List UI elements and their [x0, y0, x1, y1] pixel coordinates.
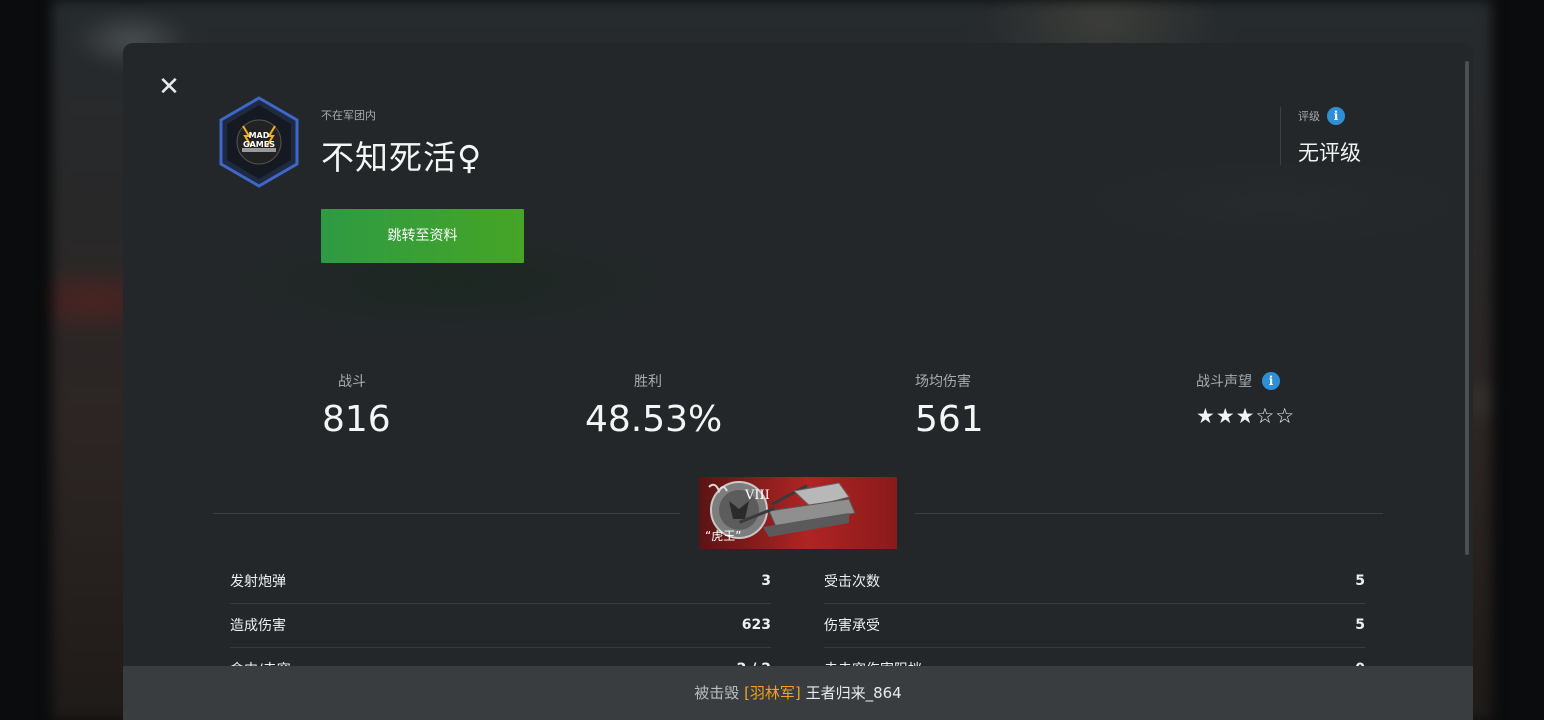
info-icon[interactable]: i — [1262, 372, 1280, 390]
player-name: 不知死活♀ — [321, 138, 483, 177]
row-value: 5 — [1355, 617, 1365, 633]
row-value: 5 — [1355, 573, 1365, 589]
player-emblem: MAD GAMES — [219, 96, 299, 188]
row-label: 受击次数 — [824, 574, 880, 590]
tank-tier: VIII — [744, 488, 770, 503]
stat-value: 816 — [322, 399, 391, 440]
tank-banner: VIII “虎王” — [699, 477, 897, 549]
divider — [915, 513, 1383, 514]
stat-label: 场均伤害 — [915, 374, 971, 390]
row-label: 伤害承受 — [824, 618, 880, 634]
stat-value: 48.53% — [585, 399, 723, 440]
reputation-stars: ★★★☆☆ — [1196, 404, 1296, 428]
row-value: 3 — [761, 573, 771, 589]
killer-clan-tag: [羽林军] — [744, 684, 801, 702]
table-row: 发射炮弹 3 — [230, 559, 771, 604]
stat-avg-damage: 场均伤害 561 — [915, 371, 984, 440]
player-card-panel: ✕ MAD GAMES 不在军团内 不知死活♀ 跳转至资料 评级 i 无评级 战… — [123, 43, 1473, 720]
rating-value: 无评级 — [1298, 141, 1361, 165]
destroyed-by-footer: 被击毁 [羽林军] 王者归来_864 — [123, 666, 1473, 720]
killer-name: 王者归来_864 — [805, 684, 902, 702]
row-label: 发射炮弹 — [230, 574, 286, 590]
destroyed-label: 被击毁 — [694, 684, 740, 702]
svg-text:GAMES: GAMES — [243, 140, 275, 149]
table-row: 受击次数 5 — [824, 559, 1365, 604]
table-row: 伤害承受 5 — [824, 603, 1365, 648]
stat-value: 561 — [915, 399, 984, 440]
stat-reputation: 战斗声望 i ★★★☆☆ — [1196, 371, 1295, 428]
tank-name: “虎王” — [705, 529, 742, 543]
svg-text:MAD: MAD — [249, 131, 270, 140]
stat-label: 战斗 — [338, 374, 366, 390]
row-label: 造成伤害 — [230, 618, 286, 634]
scrollbar[interactable] — [1465, 61, 1469, 555]
stat-victories: 胜利 48.53% — [585, 371, 722, 440]
stat-battles: 战斗 816 — [322, 371, 391, 440]
stat-label: 胜利 — [634, 374, 662, 390]
stat-label: 战斗声望 — [1196, 374, 1252, 390]
rating-label: 评级 i — [1298, 107, 1345, 125]
info-icon[interactable]: i — [1327, 107, 1345, 125]
divider — [213, 513, 680, 514]
row-value: 623 — [741, 617, 771, 633]
go-to-profile-button[interactable]: 跳转至资料 — [321, 209, 524, 263]
divider — [1280, 107, 1281, 165]
clan-status: 不在军团内 — [321, 109, 376, 122]
close-icon[interactable]: ✕ — [157, 74, 181, 100]
table-row: 造成伤害 623 — [230, 603, 771, 648]
